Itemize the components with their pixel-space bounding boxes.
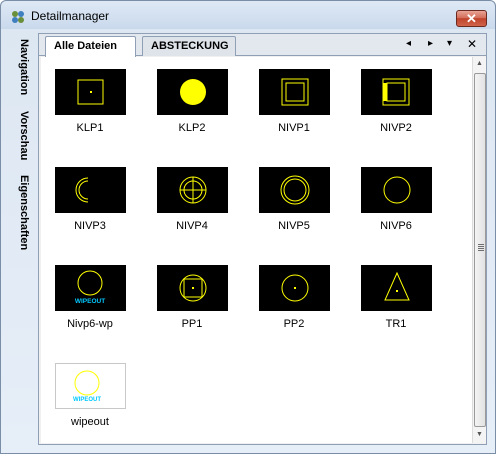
app-icon <box>12 11 24 23</box>
circle-cross-icon <box>179 176 207 204</box>
scroll-down-icon[interactable]: ▼ <box>476 431 483 438</box>
detail-item-klp2[interactable]: KLP2 <box>149 57 229 137</box>
grip-line <box>478 248 484 249</box>
detail-item-klp1[interactable]: KLP1 <box>47 57 127 137</box>
circle-square-dot-icon <box>179 274 207 302</box>
thumbnail <box>157 69 228 115</box>
double-square-icon <box>281 78 309 106</box>
vertical-scrollbar[interactable]: ▲ ▼ <box>472 57 486 443</box>
detail-item-pp2[interactable]: PP2 <box>251 253 331 333</box>
tab-close-icon[interactable]: ✕ <box>467 37 477 51</box>
thumbnail <box>361 167 432 213</box>
triangle-dot-icon <box>384 271 410 301</box>
detail-item-nivp4[interactable]: NIVP4 <box>149 155 229 235</box>
scroll-up-icon[interactable]: ▲ <box>476 60 483 67</box>
arc-icon <box>75 177 89 203</box>
tab-absteckung[interactable]: ABSTECKUNG <box>142 36 236 56</box>
detail-item-tr1[interactable]: TR1 <box>353 253 433 333</box>
thumbnail <box>259 69 330 115</box>
thumbnail <box>55 69 126 115</box>
close-icon: ✕ <box>466 11 477 26</box>
detail-item-wipeout[interactable]: WIPEOUT wipeout <box>47 351 127 431</box>
grip-line <box>478 246 484 247</box>
thumbnail <box>157 265 228 311</box>
wipeout-caption: WIPEOUT <box>73 397 101 403</box>
item-label: NIVP4 <box>176 220 208 232</box>
detail-item-nivp5[interactable]: NIVP5 <box>251 155 331 235</box>
window-title: Detailmanager <box>31 9 110 23</box>
grip-line <box>478 250 484 251</box>
window-close-button[interactable]: ✕ <box>456 10 487 27</box>
vtab-navigation[interactable]: Navigation <box>18 39 30 95</box>
detail-item-nivp2[interactable]: NIVP2 <box>353 57 433 137</box>
tab-menu-icon[interactable]: ▾ <box>447 38 452 49</box>
double-circle-icon <box>280 175 310 205</box>
vtab-eigenschaften[interactable]: Eigenschaften <box>18 175 30 250</box>
thumbnail <box>361 69 432 115</box>
item-label: NIVP6 <box>380 220 412 232</box>
detail-item-nivp1[interactable]: NIVP1 <box>251 57 331 137</box>
thumbnail <box>361 265 432 311</box>
item-label: KLP1 <box>76 122 104 134</box>
thumbnail: WIPEOUT <box>55 265 126 311</box>
detail-item-nivp3[interactable]: NIVP3 <box>47 155 127 235</box>
tab-alle-dateien[interactable]: Alle Dateien <box>45 36 136 57</box>
circle-wipeout-icon: WIPEOUT <box>75 270 105 305</box>
vtab-vorschau[interactable]: Vorschau <box>18 111 30 160</box>
item-label: Nivp6-wp <box>67 318 113 330</box>
thumbnail <box>157 167 228 213</box>
thumbnail <box>55 167 126 213</box>
grip-line <box>478 244 484 245</box>
detail-grid: KLP1 KLP2 NIVP1 NIVP2 NIVP3 NIVP4 NIVP5 … <box>41 57 472 443</box>
item-label: KLP2 <box>178 122 206 134</box>
item-label: NIVP2 <box>380 122 412 134</box>
item-label: PP2 <box>283 318 305 330</box>
detailmanager-window: Detailmanager ✕ Navigation Vorschau Eige… <box>0 0 496 454</box>
tab-next-icon[interactable]: ▸ <box>428 38 433 49</box>
tab-bar: Alle Dateien ABSTECKUNG ◂ ▸ ▾ ✕ <box>39 34 486 57</box>
wipeout-icon: WIPEOUT <box>73 370 101 403</box>
detail-panel: Alle Dateien ABSTECKUNG ◂ ▸ ▾ ✕ KLP1 KLP… <box>38 33 487 445</box>
square-bar-icon <box>382 78 410 106</box>
wipeout-caption: WIPEOUT <box>75 298 105 305</box>
title-bar[interactable]: Detailmanager ✕ <box>1 1 495 30</box>
item-label: NIVP3 <box>74 220 106 232</box>
item-label: TR1 <box>385 318 407 330</box>
thumbnail <box>259 167 330 213</box>
item-label: wipeout <box>71 416 109 428</box>
vertical-tab-strip: Navigation Vorschau Eigenschaften <box>13 35 37 445</box>
circle-dot-icon <box>281 274 309 302</box>
item-label: NIVP5 <box>278 220 310 232</box>
tab-prev-icon[interactable]: ◂ <box>406 38 411 49</box>
detail-item-nivp6-wp[interactable]: WIPEOUT Nivp6-wp <box>47 253 127 333</box>
detail-item-pp1[interactable]: PP1 <box>149 253 229 333</box>
detail-item-nivp6[interactable]: NIVP6 <box>353 155 433 235</box>
scrollbar-thumb[interactable] <box>474 73 486 427</box>
item-label: PP1 <box>181 318 203 330</box>
square-dot-icon <box>77 79 104 105</box>
filled-circle-icon <box>180 79 206 105</box>
circle-icon <box>383 176 411 204</box>
thumbnail <box>259 265 330 311</box>
item-label: NIVP1 <box>278 122 310 134</box>
thumbnail: WIPEOUT <box>55 363 126 409</box>
